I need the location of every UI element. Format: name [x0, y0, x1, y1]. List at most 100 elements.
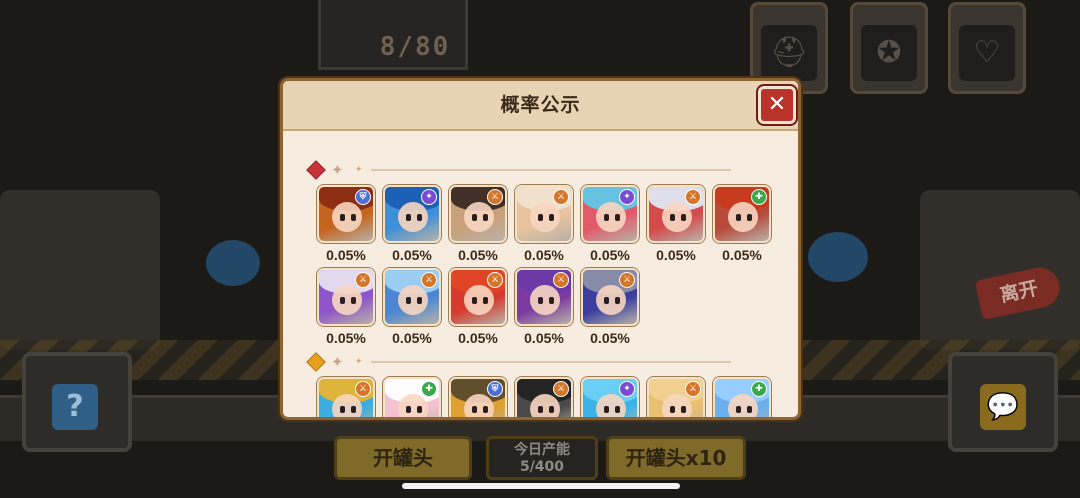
hero-probability: 0.05%: [590, 247, 630, 263]
sword-icon: ⚔: [685, 189, 701, 205]
tier-divider-gold: ✦ ✦: [306, 351, 777, 373]
hero-face: [332, 394, 362, 417]
hero-portrait: ⚔: [317, 268, 375, 326]
today-capacity: 今日产能 5/400: [486, 436, 598, 480]
hero-face: [728, 202, 758, 232]
equipment-slot-3[interactable]: ♡: [948, 2, 1026, 94]
hero-eye: [538, 214, 543, 221]
equipment-slot-2[interactable]: ✪: [850, 2, 928, 94]
sword-icon: ⚔: [355, 381, 371, 397]
hero-portrait: ⚔: [449, 268, 507, 326]
hero-card[interactable]: ✚: [713, 377, 771, 417]
hero-face: [596, 394, 626, 417]
hero-card[interactable]: ⛨: [449, 377, 507, 417]
hero-eye: [747, 214, 752, 221]
dialog-body[interactable]: ✦ ✦ ✦ ✦ ⛨ 0.05% ✦ 0.05% ⚔ 0.05% ⚔ 0.05% ✦ 0.05% ⚔ 0…: [283, 133, 798, 417]
open-can-button[interactable]: 开罐头: [334, 436, 472, 480]
heal-icon: ✚: [421, 381, 437, 397]
hero-card[interactable]: ⚔: [317, 377, 375, 417]
hero-eye: [417, 406, 422, 413]
hero-portrait: ⚔: [449, 185, 507, 243]
slime-right: [808, 232, 868, 282]
hero-eye: [351, 297, 356, 304]
close-button[interactable]: ✕: [758, 86, 796, 124]
hero-card[interactable]: ⚔: [515, 377, 573, 417]
hero-card[interactable]: ⚔ 0.05%: [515, 268, 573, 346]
hero-eye: [340, 214, 345, 221]
help-button[interactable]: ?: [52, 384, 98, 430]
hero-card[interactable]: ⚔ 0.05%: [581, 268, 639, 346]
hero-face: [596, 202, 626, 232]
hero-card[interactable]: ⚔ 0.05%: [383, 268, 441, 346]
hero-eye: [406, 297, 411, 304]
hero-face: [530, 285, 560, 315]
home-indicator[interactable]: [402, 483, 680, 489]
hero-portrait: ⚔: [515, 377, 573, 417]
hero-eye: [681, 214, 686, 221]
hero-eye: [747, 406, 752, 413]
hero-portrait: ✚: [713, 185, 771, 243]
hero-portrait: ✚: [383, 377, 441, 417]
hero-card[interactable]: ⚔ 0.05%: [647, 185, 705, 263]
hero-portrait: ⚔: [383, 268, 441, 326]
hero-portrait: ✦: [383, 185, 441, 243]
hero-face: [464, 202, 494, 232]
red-gem-icon: [306, 160, 326, 180]
hero-face: [398, 202, 428, 232]
today-capacity-label: 今日产能: [514, 442, 570, 458]
magic-icon: ✦: [421, 189, 437, 205]
hero-card[interactable]: ✚: [383, 377, 441, 417]
hero-card[interactable]: ⚔ 0.05%: [449, 185, 507, 263]
heal-icon: ✚: [751, 381, 767, 397]
open-can-x10-button[interactable]: 开罐头x10: [606, 436, 746, 480]
hero-portrait: ⚔: [515, 185, 573, 243]
sword-icon: ⚔: [553, 381, 569, 397]
hero-card[interactable]: ⚔ 0.05%: [449, 268, 507, 346]
hero-eye: [351, 406, 356, 413]
sparkle-icon: ✦: [331, 161, 344, 179]
hero-eye: [340, 297, 345, 304]
hero-eye: [615, 406, 620, 413]
heart-icon: ♡: [959, 25, 1015, 81]
hero-eye: [406, 214, 411, 221]
hero-eye: [472, 406, 477, 413]
hero-eye: [615, 297, 620, 304]
hero-card[interactable]: ✦ 0.05%: [383, 185, 441, 263]
hero-portrait: ⛨: [449, 377, 507, 417]
sword-icon: ⚔: [619, 272, 635, 288]
hero-face: [662, 394, 692, 417]
hero-eye: [351, 214, 356, 221]
hero-card[interactable]: ⚔: [647, 377, 705, 417]
machine-left: [0, 190, 160, 350]
hero-eye: [604, 214, 609, 221]
hero-eye: [340, 406, 345, 413]
hero-portrait: ⚔: [317, 377, 375, 417]
hero-portrait: ✦: [581, 185, 639, 243]
hero-card[interactable]: ⛨ 0.05%: [317, 185, 375, 263]
hero-face: [398, 394, 428, 417]
hero-eye: [483, 406, 488, 413]
today-capacity-value: 5/400: [519, 459, 565, 475]
hero-probability: 0.05%: [590, 330, 630, 346]
hero-face: [596, 285, 626, 315]
hero-probability: 0.05%: [458, 330, 498, 346]
hero-probability: 0.05%: [392, 247, 432, 263]
probability-dialog: 概率公示 ✕ ✦ ✦ ✦ ✦ ⛨ 0.05% ✦ 0.05% ⚔ 0.05% ⚔ 0.05% ✦…: [280, 78, 801, 420]
hero-eye: [538, 297, 543, 304]
hero-card[interactable]: ✦ 0.05%: [581, 185, 639, 263]
helmet-icon: ⛑: [761, 25, 817, 81]
hero-card[interactable]: ✦: [581, 377, 639, 417]
sparkle-icon: ✦: [331, 353, 344, 371]
sword-icon: ⚔: [487, 189, 503, 205]
sword-icon: ⚔: [487, 272, 503, 288]
hero-face: [464, 394, 494, 417]
chat-button[interactable]: 💬: [980, 384, 1026, 430]
divider-line: [371, 361, 731, 363]
hero-card[interactable]: ⚔ 0.05%: [317, 268, 375, 346]
hero-card[interactable]: ⚔ 0.05%: [515, 185, 573, 263]
hero-eye: [406, 406, 411, 413]
hero-card[interactable]: ✚ 0.05%: [713, 185, 771, 263]
sword-icon: ⚔: [553, 189, 569, 205]
hero-eye: [472, 297, 477, 304]
hero-eye: [472, 214, 477, 221]
